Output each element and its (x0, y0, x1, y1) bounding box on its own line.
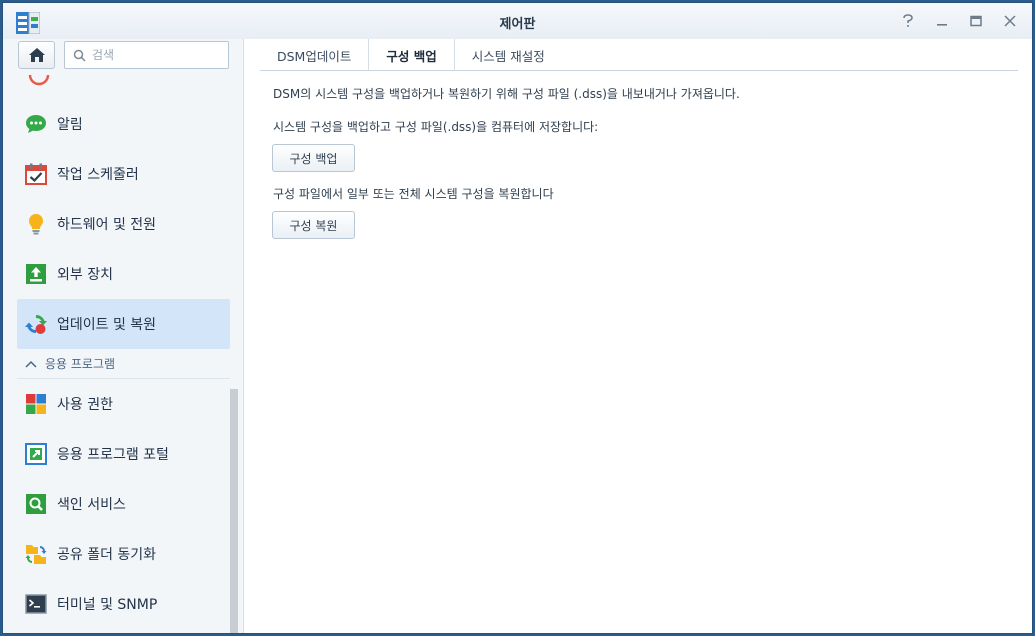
sidebar-scrollbar[interactable] (230, 389, 238, 633)
sidebar-item-task-scheduler[interactable]: 작업 스케줄러 (17, 149, 230, 199)
help-icon (903, 14, 913, 27)
minimize-button[interactable] (932, 11, 952, 31)
sidebar-item-label: 작업 스케줄러 (57, 167, 139, 183)
control-panel-window: 제어판 검색 알림 작업 스케줄러 하드웨어 및 전원 외부 장치 업데이트 및… (2, 2, 1033, 634)
restore-description: 구성 파일에서 일부 또는 전체 시스템 구성을 복원합니다 (273, 187, 554, 201)
search-icon (73, 49, 86, 62)
section-header-label: 응용 프로그램 (45, 357, 116, 371)
tab-bar: DSM업데이트 구성 백업 시스템 재설정 (260, 39, 1018, 71)
tab-system-reset[interactable]: 시스템 재설정 (455, 39, 562, 71)
restore-config-button[interactable]: 구성 복원 (272, 211, 355, 239)
close-icon (1004, 15, 1016, 27)
tiles-icon (25, 393, 47, 415)
tab-dsm-update[interactable]: DSM업데이트 (260, 39, 370, 71)
sidebar-item-terminal-snmp[interactable]: 터미널 및 SNMP (17, 579, 230, 629)
sidebar-item-update-restore[interactable]: 업데이트 및 복원 (17, 299, 230, 349)
sidebar-item-label: 알림 (57, 117, 83, 133)
backup-description: 시스템 구성을 백업하고 구성 파일(.dss)을 컴퓨터에 저장합니다: (273, 120, 599, 134)
sidebar-item-label: 색인 서비스 (57, 497, 126, 513)
portal-arrow-icon (25, 443, 47, 465)
calendar-check-icon (25, 163, 47, 185)
window-title: 제어판 (499, 17, 536, 32)
home-button[interactable] (18, 41, 55, 69)
chevron-up-icon (25, 360, 37, 368)
search-box[interactable] (64, 41, 229, 69)
folder-sync-icon (25, 543, 47, 565)
sidebar-item-label: 사용 권한 (57, 397, 113, 413)
sidebar-item-external-devices[interactable]: 외부 장치 (17, 249, 230, 299)
sidebar-item-hardware-power[interactable]: 하드웨어 및 전원 (17, 199, 230, 249)
chat-bubble-icon (25, 113, 47, 135)
sidebar-item-privileges[interactable]: 사용 권한 (17, 379, 230, 429)
maximize-button[interactable] (966, 11, 986, 31)
minimize-icon (937, 24, 947, 26)
search-input[interactable] (92, 48, 222, 62)
sidebar-scrollbar-thumb[interactable] (230, 389, 238, 633)
sidebar: 알림 작업 스케줄러 하드웨어 및 전원 외부 장치 (3, 39, 243, 633)
backup-config-button[interactable]: 구성 백업 (272, 144, 355, 172)
sidebar-item-label: 터미널 및 SNMP (57, 597, 158, 613)
lightbulb-icon (25, 213, 47, 235)
sidebar-item-shared-folder-sync[interactable]: 공유 폴더 동기화 (17, 529, 230, 579)
sidebar-item-label: 외부 장치 (57, 267, 113, 283)
close-button[interactable] (1000, 11, 1020, 31)
sidebar-item-notification[interactable]: 알림 (17, 99, 230, 149)
sidebar-item-indexing-service[interactable]: 색인 서비스 (17, 479, 230, 529)
tab-config-backup[interactable]: 구성 백업 (369, 39, 455, 71)
maximize-icon (970, 15, 982, 27)
help-button[interactable] (898, 11, 918, 31)
sidebar-item-label: 공유 폴더 동기화 (57, 547, 157, 563)
title-bar[interactable]: 제어판 (3, 3, 1032, 39)
sidebar-item-label: 업데이트 및 복원 (57, 317, 157, 333)
description-text: DSM의 시스템 구성을 백업하거나 복원하기 위해 구성 파일 (.dss)을… (273, 87, 740, 101)
sidebar-item-label: 응용 프로그램 포털 (57, 447, 169, 463)
upload-box-icon (25, 263, 47, 285)
partial-icon (28, 75, 50, 86)
sidebar-item-label: 하드웨어 및 전원 (57, 217, 157, 233)
refresh-icon (25, 313, 47, 335)
main-content: DSM업데이트 구성 백업 시스템 재설정 DSM의 시스템 구성을 백업하거나… (244, 39, 1032, 633)
section-header-applications[interactable]: 응용 프로그램 (17, 349, 230, 379)
terminal-icon (25, 593, 47, 615)
home-icon (28, 48, 45, 62)
index-search-icon (25, 493, 47, 515)
sidebar-item-partial[interactable] (17, 75, 230, 99)
sidebar-item-application-portal[interactable]: 응용 프로그램 포털 (17, 429, 230, 479)
